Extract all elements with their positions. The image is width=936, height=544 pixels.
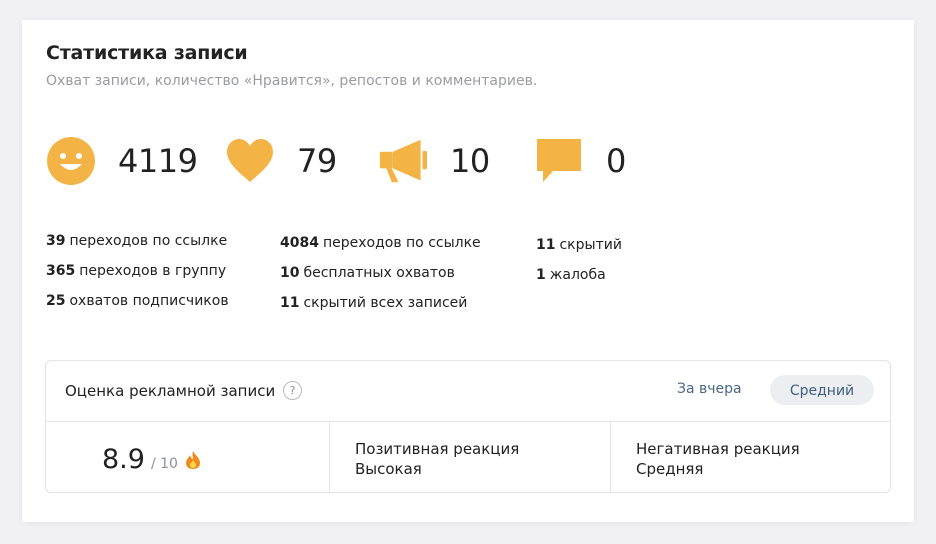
detail-row: 25 охватов подписчиков [46,293,229,309]
details-column-ads: 4084 переходов по ссылке 10 бесплатных охв… [280,234,481,324]
reach-count: 4119 [118,142,198,180]
positive-reaction-cell: Позитивная реакция Высокая [329,422,611,492]
megaphone-icon [378,136,428,186]
card-title: Статистика записи [46,42,248,64]
negative-reaction-value: Средняя [636,460,704,478]
help-icon[interactable]: ? [283,381,302,400]
score-max: / 10 [150,456,178,472]
positive-reaction-value: Высокая [355,460,422,478]
fire-icon [184,450,202,470]
smile-icon [46,136,96,186]
details-column-negative: 11 скрытий 1 жалоба [536,236,622,296]
stat-reposts: 10 [378,136,490,186]
stat-likes: 79 [225,136,337,186]
score-cell: 8.9 / 10 [46,422,329,492]
detail-row: 10 бесплатных охватов [280,265,455,281]
card-subtitle: Охват записи, количество «Нравится», реп… [46,73,538,89]
detail-row: 39 переходов по ссылке [46,233,228,249]
ad-rating-title: Оценка рекламной записи [65,382,276,400]
detail-row: 1 жалоба [536,267,606,283]
detail-row: 4084 переходов по ссылке [280,235,481,251]
score-value: 8.9 [102,444,145,475]
negative-reaction-label: Негативная реакция [636,440,800,458]
details-column-organic: 39 переходов по ссылке 365 переходов в гру… [46,232,229,322]
period-link[interactable]: За вчера [677,381,742,397]
stat-reach: 4119 [46,136,198,186]
ad-score: 8.9 / 10 [102,444,202,475]
detail-row: 365 переходов в группу [46,263,227,279]
likes-count: 79 [297,142,337,180]
detail-row: 11 скрытий всех записей [280,295,468,311]
comments-count: 0 [606,142,626,180]
ad-rating-header: Оценка рекламной записи ? За вчера Средн… [46,361,890,422]
positive-reaction-label: Позитивная реакция [355,440,520,458]
level-button[interactable]: Средний [770,375,874,405]
stat-comments: 0 [534,136,626,186]
comment-icon [534,136,584,186]
detail-row: 11 скрытий [536,237,622,253]
negative-reaction-cell: Негативная реакция Средняя [610,422,891,492]
ad-rating-panel: Оценка рекламной записи ? За вчера Средн… [45,360,891,493]
reposts-count: 10 [450,142,490,180]
post-stats-card: Статистика записи Охват записи, количест… [22,20,914,522]
heart-icon [225,136,275,186]
